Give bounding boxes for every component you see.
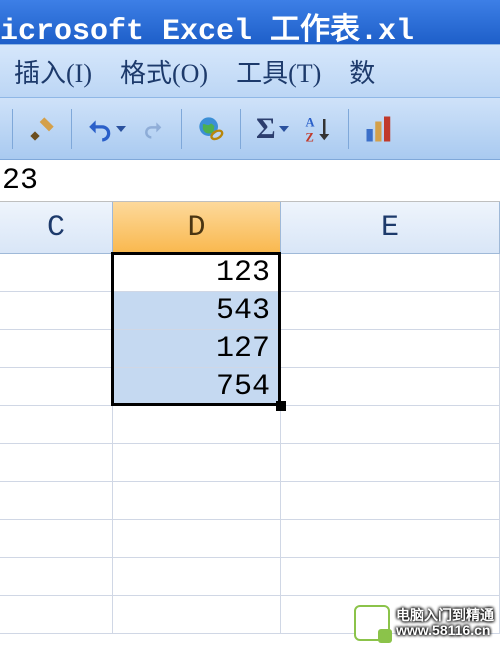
paintbrush-icon xyxy=(28,115,56,143)
cell-c5[interactable] xyxy=(0,406,113,444)
table-row xyxy=(0,406,500,444)
cell-d4[interactable]: 754 xyxy=(113,368,281,406)
redo-icon xyxy=(143,119,163,139)
cell-e9[interactable] xyxy=(281,558,500,596)
cell-e2[interactable] xyxy=(281,292,500,330)
cell-c8[interactable] xyxy=(0,520,113,558)
sort-button[interactable]: A Z xyxy=(298,107,338,151)
spreadsheet-grid: 123 543 127 754 xyxy=(0,254,500,634)
cell-d7[interactable] xyxy=(113,482,281,520)
column-header-e[interactable]: E xyxy=(281,202,500,253)
toolbar: Σ A Z xyxy=(0,98,500,160)
menubar: 插入(I) 格式(O) 工具(T) 数 xyxy=(0,44,500,98)
cell-e1[interactable] xyxy=(281,254,500,292)
cell-d8[interactable] xyxy=(113,520,281,558)
cell-e7[interactable] xyxy=(281,482,500,520)
toolbar-separator xyxy=(12,109,13,149)
cell-c10[interactable] xyxy=(0,596,113,634)
cell-d1[interactable]: 123 xyxy=(113,254,281,292)
table-row: 127 xyxy=(0,330,500,368)
window-title: icrosoft Excel 工作表.xl xyxy=(0,15,414,44)
cell-e6[interactable] xyxy=(281,444,500,482)
column-header-d[interactable]: D xyxy=(113,202,281,253)
table-row: 543 xyxy=(0,292,500,330)
toolbar-separator xyxy=(348,109,349,149)
toolbar-separator xyxy=(71,109,72,149)
toolbar-separator xyxy=(240,109,241,149)
chart-button[interactable] xyxy=(359,107,399,151)
window-titlebar: icrosoft Excel 工作表.xl xyxy=(0,0,500,44)
chevron-down-icon xyxy=(279,126,289,132)
globe-link-icon xyxy=(197,115,225,143)
redo-button[interactable] xyxy=(135,107,171,151)
menu-data[interactable]: 数 xyxy=(335,53,389,90)
cell-d10[interactable] xyxy=(113,596,281,634)
cell-c9[interactable] xyxy=(0,558,113,596)
cell-c7[interactable] xyxy=(0,482,113,520)
cell-e4[interactable] xyxy=(281,368,500,406)
svg-text:Z: Z xyxy=(305,130,313,144)
menu-format[interactable]: 格式(O) xyxy=(106,53,222,90)
sort-az-icon: A Z xyxy=(303,114,333,144)
watermark-logo-icon xyxy=(354,605,390,641)
cell-d3[interactable]: 127 xyxy=(113,330,281,368)
column-headers: C D E xyxy=(0,202,500,254)
sigma-icon: Σ xyxy=(256,112,276,146)
table-row xyxy=(0,520,500,558)
hyperlink-button[interactable] xyxy=(192,107,230,151)
menu-insert[interactable]: 插入(I) xyxy=(0,53,106,90)
cell-c6[interactable] xyxy=(0,444,113,482)
cell-e5[interactable] xyxy=(281,406,500,444)
chevron-down-icon xyxy=(116,126,126,132)
cell-c1[interactable] xyxy=(0,254,113,292)
formula-bar-value: 23 xyxy=(2,164,38,198)
cell-e3[interactable] xyxy=(281,330,500,368)
autosum-button[interactable]: Σ xyxy=(251,107,294,151)
chart-icon xyxy=(364,114,394,144)
cell-c4[interactable] xyxy=(0,368,113,406)
cell-d6[interactable] xyxy=(113,444,281,482)
table-row: 123 xyxy=(0,254,500,292)
watermark: 电脑入门到精通 www.58116.cn xyxy=(354,605,494,641)
undo-icon xyxy=(87,116,113,142)
paintbrush-button[interactable] xyxy=(23,107,61,151)
table-row xyxy=(0,444,500,482)
formula-bar[interactable]: 23 xyxy=(0,160,500,202)
table-row xyxy=(0,558,500,596)
menu-tools[interactable]: 工具(T) xyxy=(222,53,335,90)
cell-d5[interactable] xyxy=(113,406,281,444)
svg-text:A: A xyxy=(305,115,314,129)
cell-d9[interactable] xyxy=(113,558,281,596)
toolbar-separator xyxy=(181,109,182,149)
table-row: 754 xyxy=(0,368,500,406)
undo-button[interactable] xyxy=(82,107,131,151)
cell-c2[interactable] xyxy=(0,292,113,330)
watermark-text: 电脑入门到精通 www.58116.cn xyxy=(396,608,494,639)
column-header-c[interactable]: C xyxy=(0,202,113,253)
cell-d2[interactable]: 543 xyxy=(113,292,281,330)
cell-c3[interactable] xyxy=(0,330,113,368)
cell-e8[interactable] xyxy=(281,520,500,558)
fill-handle[interactable] xyxy=(276,401,286,411)
table-row xyxy=(0,482,500,520)
